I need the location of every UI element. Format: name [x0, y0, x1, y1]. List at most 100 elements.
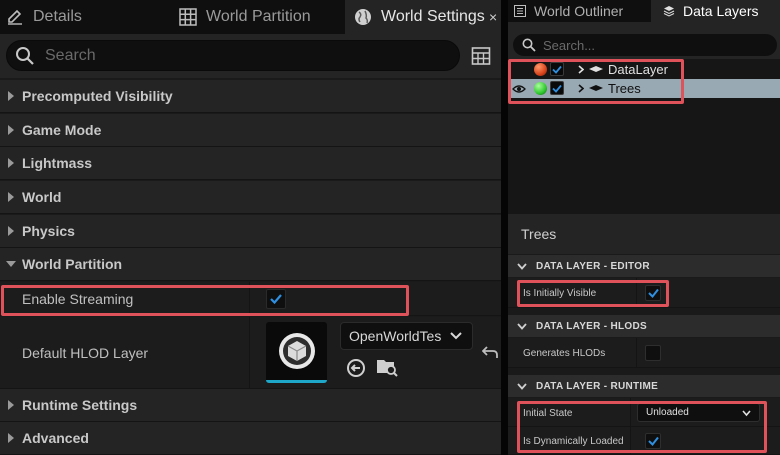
tab-label: World Settings [381, 8, 485, 25]
category-label: Game Mode [22, 122, 102, 138]
property-label: Initial State [523, 408, 573, 419]
chevron-right-icon [0, 422, 22, 455]
right-tab-bar: World Outliner Data Layers [508, 0, 780, 22]
property-is-dynamically-loaded: Is Dynamically Loaded [508, 427, 780, 455]
chevron-right-icon [0, 147, 22, 180]
tree-row-trees[interactable]: Trees [508, 79, 780, 98]
property-label: Enable Streaming [22, 291, 134, 307]
chevron-right-icon [0, 215, 22, 248]
category-precomputed-visibility[interactable]: Precomputed Visibility [0, 80, 501, 113]
category-label: World [22, 189, 62, 205]
chevron-right-icon [0, 389, 22, 422]
column-divider [630, 427, 631, 454]
search-input[interactable] [543, 37, 763, 53]
panel-splitter[interactable] [501, 0, 508, 455]
category-world[interactable]: World [0, 181, 501, 214]
tab-world-outliner[interactable]: World Outliner [508, 0, 651, 22]
eye-icon[interactable] [512, 84, 526, 94]
chevron-down-icon [0, 248, 22, 281]
is-initially-visible-checkbox[interactable] [645, 285, 661, 301]
data-layer-tree: DataLayer Trees [508, 59, 780, 214]
check-icon [270, 294, 282, 305]
section-data-layer-editor[interactable]: DATA LAYER - EDITOR [508, 255, 780, 277]
property-enable-streaming: Enable Streaming [0, 282, 501, 316]
details-title: Trees [508, 214, 780, 254]
asset-cube-icon [278, 333, 315, 369]
chevron-down-icon [508, 382, 536, 390]
tab-data-layers[interactable]: Data Layers [651, 0, 780, 22]
left-tab-bar: Details World Partition World Settings × [0, 0, 501, 34]
section-label: DATA LAYER - EDITOR [536, 260, 650, 272]
category-label: Physics [22, 223, 75, 239]
search-box [513, 34, 777, 56]
check-icon [647, 436, 659, 446]
data-layers-panel: World Outliner Data Layers DataLayer [508, 0, 780, 455]
property-label: Generates HLODs [523, 348, 606, 359]
check-icon [552, 84, 562, 93]
outliner-search-row [508, 22, 780, 64]
category-game-mode[interactable]: Game Mode [0, 114, 501, 147]
initial-state-dropdown[interactable]: Unloaded [637, 403, 760, 422]
check-icon [647, 288, 659, 298]
property-label: Is Initially Visible [523, 288, 597, 299]
property-label: Default HLOD Layer [22, 345, 149, 361]
close-icon[interactable]: × [489, 0, 501, 34]
dropdown-value: OpenWorldTes [349, 328, 442, 344]
property-initial-state: Initial State Unloaded [508, 398, 780, 427]
hlod-layer-dropdown[interactable]: OpenWorldTes [340, 322, 473, 350]
column-divider [249, 317, 250, 388]
column-divider [249, 282, 250, 315]
section-data-layer-runtime[interactable]: DATA LAYER - RUNTIME [508, 375, 780, 397]
generates-hlods-checkbox[interactable] [645, 345, 661, 361]
layer-name: DataLayer [608, 62, 668, 77]
globe-icon [355, 9, 371, 25]
tab-label: World Partition [206, 8, 311, 25]
chevron-down-icon [742, 410, 751, 417]
tab-details[interactable]: Details [0, 0, 165, 34]
world-settings-panel: Details World Partition World Settings ×… [0, 0, 501, 455]
list-icon [514, 5, 526, 17]
tab-world-settings[interactable]: World Settings × [345, 0, 501, 34]
hlod-asset-thumbnail[interactable] [266, 322, 327, 383]
status-orb-icon [534, 63, 547, 76]
chevron-right-icon[interactable] [578, 65, 584, 74]
category-runtime-settings[interactable]: Runtime Settings [0, 389, 501, 422]
data-layer-icon [589, 66, 603, 72]
use-selected-icon[interactable] [346, 358, 366, 378]
category-advanced[interactable]: Advanced [0, 422, 501, 455]
section-label: DATA LAYER - HLODS [536, 320, 647, 332]
tab-world-partition[interactable]: World Partition [165, 0, 345, 34]
tree-row-datalayer[interactable]: DataLayer [508, 60, 780, 79]
layer-visibility-checkbox[interactable] [550, 62, 564, 76]
browse-folder-icon[interactable] [376, 357, 398, 377]
property-label: Is Dynamically Loaded [523, 436, 624, 447]
layer-visibility-checkbox[interactable] [550, 81, 564, 95]
chevron-right-icon [0, 114, 22, 147]
data-layer-icon [589, 85, 603, 91]
reset-to-default-icon[interactable] [482, 345, 498, 359]
chevron-right-icon [0, 181, 22, 214]
chevron-down-icon [508, 322, 536, 330]
category-world-partition[interactable]: World Partition [0, 248, 501, 281]
chevron-right-icon [0, 80, 22, 113]
is-dynamically-loaded-checkbox[interactable] [645, 433, 661, 449]
category-label: Runtime Settings [22, 397, 138, 413]
enable-streaming-checkbox[interactable] [266, 289, 286, 309]
grid-icon [179, 8, 197, 26]
category-lightmass[interactable]: Lightmass [0, 147, 501, 180]
search-box [6, 40, 460, 71]
details-search-row [0, 34, 501, 78]
section-data-layer-hlods[interactable]: DATA LAYER - HLODS [508, 315, 780, 337]
search-input[interactable] [45, 46, 425, 65]
category-label: World Partition [22, 256, 123, 272]
column-divider [630, 398, 631, 426]
pencil-icon [8, 9, 22, 25]
property-generates-hlods: Generates HLODs [508, 338, 780, 368]
section-label: DATA LAYER - RUNTIME [536, 380, 659, 392]
chevron-right-icon[interactable] [578, 84, 584, 93]
category-label: Lightmass [22, 155, 93, 171]
table-view-icon[interactable] [471, 46, 491, 66]
category-label: Advanced [22, 430, 89, 446]
status-orb-icon [534, 82, 547, 95]
category-physics[interactable]: Physics [0, 215, 501, 248]
